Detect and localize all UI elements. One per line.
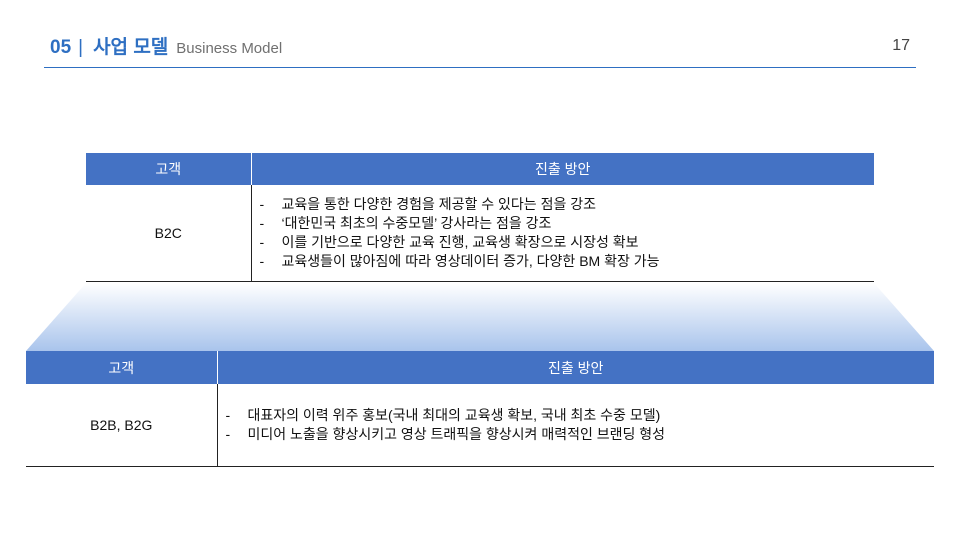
b2c-table: 고객 진출 방안 B2C - 교육을 통한 다양한 경험을 제공할 수 있다는 점… [86,153,874,282]
list-item-text: ‘대한민국 최초의 수중모델’ 강사라는 점을 강조 [281,215,552,231]
strategy-list: - 교육을 통한 다양한 경험을 제공할 수 있다는 점을 강조 - ‘대한민국 최… [252,195,875,271]
b2b-b2g-table: 고객 진출 방안 B2B, B2G - 대표자의 이력 위주 홍보(국내 최대의 … [26,351,934,467]
page-number: 17 [892,37,910,54]
customer-cell: B2C [86,185,252,282]
list-item-text: 교육생들이 많아짐에 따라 영상데이터 증가, 다양한 BM 확장 가능 [281,253,660,269]
list-item: - 이를 기반으로 다양한 교육 진행, 교육생 확장으로 시장성 확보 [260,233,875,252]
list-item-text: 미디어 노출을 향상시키고 영상 트래픽을 향상시켜 매력적인 브랜딩 형성 [247,426,666,442]
bullet-dash: - [225,407,231,423]
table-row: B2C - 교육을 통한 다양한 경험을 제공할 수 있다는 점을 강조 - ‘대한… [86,185,874,282]
table-header-row: 고객 진출 방안 [86,153,874,185]
strategy-column-header: 진출 방안 [216,351,934,384]
header-divider-line [44,67,916,68]
bullet-dash: - [259,196,265,212]
list-item-text: 교육을 통한 다양한 경험을 제공할 수 있다는 점을 강조 [281,196,596,212]
customer-column-header: 고객 [26,351,217,384]
bullet-dash: - [225,426,231,442]
bullet-dash: - [259,215,265,231]
list-item: - ‘대한민국 최초의 수중모델’ 강사라는 점을 강조 [260,214,875,233]
section-title: 사업 모델 [93,37,169,58]
strategy-list: - 대표자의 이력 위주 홍보(국내 최대의 교육생 확보, 국내 최초 수중 모… [218,406,935,444]
section-number: 05 [50,37,72,58]
table-header-row: 고객 진출 방안 [26,351,934,384]
table-row: B2B, B2G - 대표자의 이력 위주 홍보(국내 최대의 교육생 확보, 국… [26,384,934,467]
bullet-dash: - [259,253,265,269]
strategy-cell: - 대표자의 이력 위주 홍보(국내 최대의 교육생 확보, 국내 최초 수중 모… [217,384,934,467]
section-subtitle: Business Model [176,40,283,57]
section-divider: | [78,37,84,58]
gradient-trapezoid [26,283,934,351]
list-item: - 미디어 노출을 향상시키고 영상 트래픽을 향상시켜 매력적인 브랜딩 형성 [226,425,935,444]
customer-cell: B2B, B2G [26,384,218,467]
customer-column-header: 고객 [86,153,251,185]
strategy-cell: - 교육을 통한 다양한 경험을 제공할 수 있다는 점을 강조 - ‘대한민국 최… [251,185,874,282]
strategy-column-header: 진출 방안 [250,153,874,185]
list-item: - 교육생들이 많아짐에 따라 영상데이터 증가, 다양한 BM 확장 가능 [260,252,875,271]
list-item-text: 이를 기반으로 다양한 교육 진행, 교육생 확장으로 시장성 확보 [281,234,639,250]
list-item-text: 대표자의 이력 위주 홍보(국내 최대의 교육생 확보, 국내 최초 수중 모델… [247,407,661,423]
section-header: 05 | 사업 모델 Business Model [50,32,282,58]
list-item: - 대표자의 이력 위주 홍보(국내 최대의 교육생 확보, 국내 최초 수중 모… [226,406,935,425]
list-item: - 교육을 통한 다양한 경험을 제공할 수 있다는 점을 강조 [260,195,875,214]
bullet-dash: - [259,234,265,250]
